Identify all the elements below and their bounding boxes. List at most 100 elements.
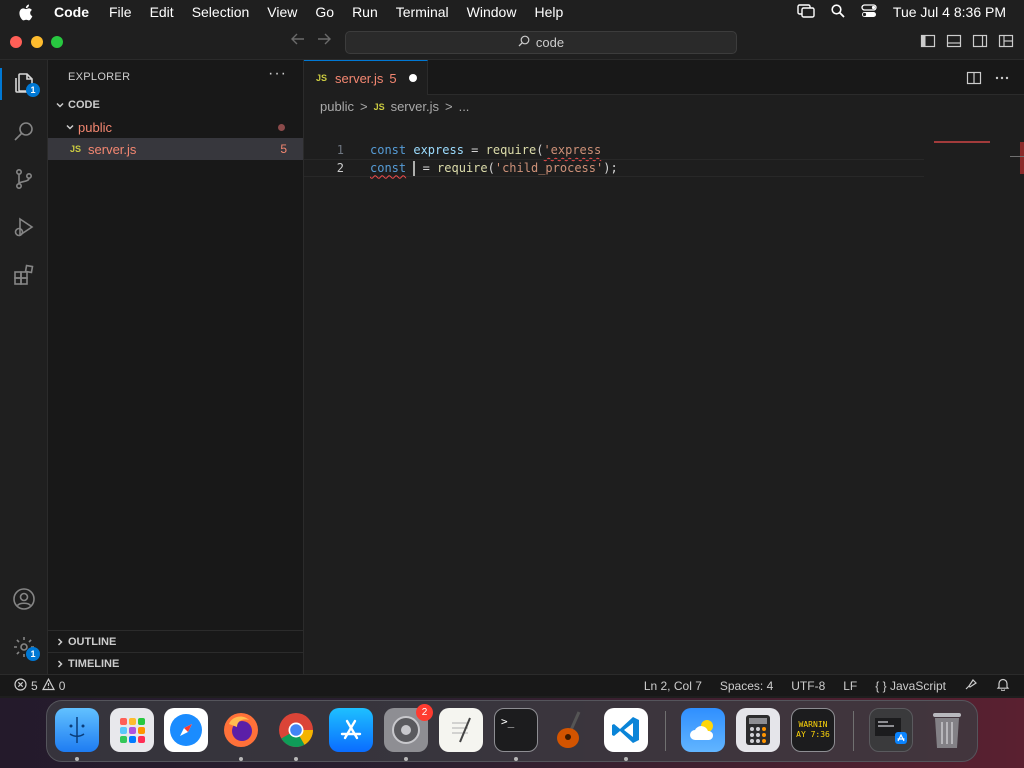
textedit-icon[interactable] [439, 708, 483, 752]
outline-section[interactable]: OUTLINE [48, 630, 303, 652]
menu-terminal[interactable]: Terminal [396, 4, 449, 20]
activity-run-debug[interactable] [0, 208, 48, 248]
split-editor-icon[interactable] [966, 70, 982, 89]
cursor-position[interactable]: Ln 2, Col 7 [644, 679, 702, 693]
weather-icon[interactable] [681, 708, 725, 752]
search-icon [12, 119, 36, 146]
launchpad-icon[interactable] [110, 708, 154, 752]
go-forward-icon[interactable] [316, 32, 332, 51]
control-center-icon[interactable] [861, 3, 877, 21]
file-label: server.js [88, 141, 137, 157]
menu-selection[interactable]: Selection [192, 4, 250, 20]
activity-manage[interactable]: 1 [0, 628, 48, 668]
safari-icon[interactable] [164, 708, 208, 752]
end-of-line[interactable]: LF [843, 679, 857, 693]
dock-separator [853, 711, 854, 751]
apple-icon[interactable] [18, 4, 36, 21]
app-store-icon[interactable] [329, 708, 373, 752]
breadcrumb-symbols[interactable]: ... [459, 99, 470, 114]
trash-icon[interactable] [925, 708, 969, 752]
encoding[interactable]: UTF-8 [791, 679, 825, 693]
firefox-icon[interactable] [219, 708, 263, 752]
spotlight-search-icon[interactable] [831, 3, 845, 21]
tree-folder-public[interactable]: public [48, 116, 303, 138]
settings-badge: 1 [26, 647, 40, 661]
activity-search[interactable] [0, 112, 48, 152]
timeline-section[interactable]: TIMELINE [48, 652, 303, 674]
editor-more-actions-icon[interactable] [994, 70, 1010, 89]
minimap[interactable] [934, 141, 990, 143]
warning-icon [41, 677, 55, 694]
screen-mirroring-icon[interactable] [797, 3, 815, 21]
vscode-icon[interactable] [604, 708, 648, 752]
tab-server-js[interactable]: JS server.js 5 [304, 60, 428, 95]
terminal-prompt-text: >_ [501, 715, 515, 728]
unsaved-dot-icon[interactable] [409, 74, 417, 82]
window-minimize-button[interactable] [31, 36, 43, 48]
explorer-badge: 1 [26, 83, 40, 97]
menu-run[interactable]: Run [352, 4, 378, 20]
file-problem-count: 5 [280, 142, 287, 156]
activity-explorer[interactable]: 1 [0, 64, 48, 104]
downloads-stack-icon[interactable] [869, 708, 913, 752]
running-indicator [514, 757, 518, 761]
vscode-window: code 1 1 EXPLORER ··· CODE public JS ser… [0, 24, 1024, 698]
finder-icon[interactable] [55, 708, 99, 752]
menu-edit[interactable]: Edit [150, 4, 174, 20]
running-indicator [75, 757, 79, 761]
javascript-file-icon: JS [70, 144, 82, 154]
menubar-clock[interactable]: Tue Jul 4 8:36 PM [893, 4, 1006, 20]
calculator-icon[interactable] [736, 708, 780, 752]
editor-tab-bar: JS server.js 5 [304, 60, 1024, 95]
activity-extensions[interactable] [0, 256, 48, 296]
menu-window[interactable]: Window [467, 4, 517, 20]
go-back-icon[interactable] [290, 32, 306, 51]
breadcrumb-file[interactable]: server.js [391, 99, 439, 114]
editor-area: JS server.js 5 public > JS server.js > .… [304, 60, 1024, 674]
tree-file-server-js[interactable]: JS server.js 5 [48, 138, 303, 160]
javascript-file-icon: JS [316, 73, 328, 83]
tab-problem-count: 5 [389, 70, 397, 86]
menu-file[interactable]: File [109, 4, 132, 20]
menu-help[interactable]: Help [534, 4, 563, 20]
dock: 2 >_ WARNIN AY 7:36 [46, 700, 978, 762]
bell-icon[interactable] [996, 677, 1010, 694]
problems-status[interactable]: 5 0 [14, 677, 65, 694]
running-indicator [404, 757, 408, 761]
console-log-text: WARNIN AY 7:36 [796, 720, 830, 739]
command-center-search[interactable]: code [345, 31, 737, 54]
chrome-icon[interactable] [274, 708, 318, 752]
garageband-icon[interactable] [549, 708, 593, 752]
timeline-label: TIMELINE [68, 657, 120, 670]
code-text: const = require('child_process'); [370, 160, 618, 176]
code-line[interactable]: 1 const express = require('express [304, 141, 924, 159]
terminal-icon[interactable]: >_ [494, 708, 538, 752]
window-zoom-button[interactable] [51, 36, 63, 48]
more-actions-icon[interactable]: ··· [268, 65, 287, 83]
menu-app-name[interactable]: Code [54, 4, 89, 20]
activity-source-control[interactable] [0, 160, 48, 200]
account-icon [12, 587, 36, 614]
language-mode[interactable]: { } JavaScript [875, 679, 946, 693]
running-indicator [239, 757, 243, 761]
console-icon[interactable]: WARNIN AY 7:36 [791, 708, 835, 752]
feedback-icon[interactable] [964, 677, 978, 694]
toggle-secondary-sidebar-icon[interactable] [972, 33, 988, 52]
toggle-panel-icon[interactable] [946, 33, 962, 52]
breadcrumb-folder[interactable]: public [320, 99, 354, 114]
menu-view[interactable]: View [267, 4, 297, 20]
running-indicator [624, 757, 628, 761]
root-folder-label: CODE [68, 99, 100, 111]
menu-go[interactable]: Go [315, 4, 334, 20]
code-line-current[interactable]: 2 const = require('child_process'); [304, 159, 924, 177]
tree-root-folder[interactable]: CODE [48, 94, 303, 116]
chevron-down-icon [62, 122, 78, 132]
indentation[interactable]: Spaces: 4 [720, 679, 773, 693]
window-close-button[interactable] [10, 36, 22, 48]
status-bar: 5 0 Ln 2, Col 7 Spaces: 4 UTF-8 LF { } J… [0, 674, 1024, 696]
toggle-primary-sidebar-icon[interactable] [920, 33, 936, 52]
customize-layout-icon[interactable] [998, 33, 1014, 52]
activity-bar: 1 1 [0, 60, 48, 674]
chevron-right-icon [52, 637, 68, 647]
activity-accounts[interactable] [0, 580, 48, 620]
